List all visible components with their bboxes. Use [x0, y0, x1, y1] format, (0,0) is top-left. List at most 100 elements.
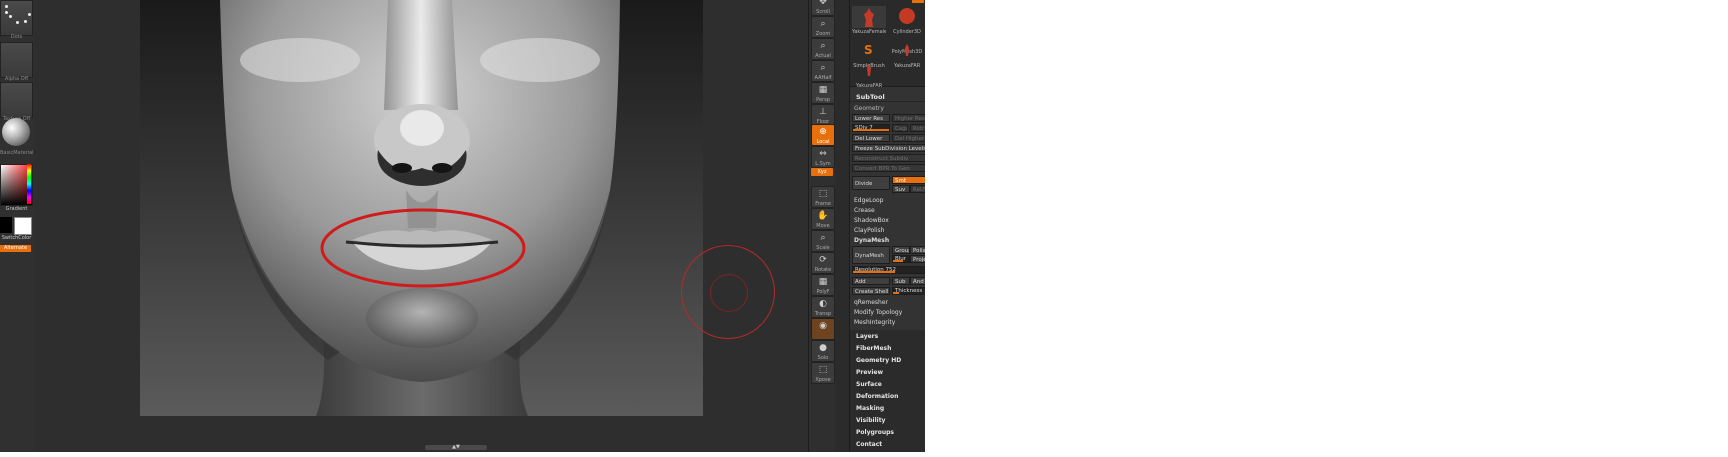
del-higher-button[interactable]: Del Higher [892, 134, 925, 142]
divide-button[interactable]: Divide [852, 176, 890, 190]
texture-picker-button[interactable] [0, 82, 33, 118]
masking-header[interactable]: Masking [856, 405, 884, 412]
group-toggle[interactable]: Group [892, 246, 910, 254]
polish-toggle[interactable]: Polish [910, 246, 925, 254]
create-shell-button[interactable]: Create Shell [852, 287, 890, 295]
scale-button[interactable]: ⌕ Scale [811, 230, 835, 252]
modify-topology-header[interactable]: Modify Topology [854, 308, 902, 317]
dynamesh-button[interactable]: DynaMesh [852, 246, 890, 264]
actual-icon: ⌕ [820, 41, 826, 51]
brush-picker-button[interactable] [0, 0, 33, 36]
edgeloop-header[interactable]: EdgeLoop [854, 196, 884, 205]
blur-slider[interactable]: Blur [892, 255, 910, 263]
cage-button[interactable]: Cage [892, 124, 908, 132]
solo-icon: ● [819, 343, 827, 353]
local-button[interactable]: ⊕ Local [811, 124, 835, 146]
transp-button[interactable]: ◐ Transp [811, 296, 835, 318]
actual-button[interactable]: ⌕ Actual [811, 38, 835, 60]
geometry-header[interactable]: Geometry [854, 104, 884, 113]
simplebrush-icon: S [864, 43, 873, 57]
qremesher-header[interactable]: qRemesher [854, 298, 888, 307]
ghost-icon: ◉ [819, 321, 827, 331]
polyf-button[interactable]: ▦ PolyF [811, 274, 835, 296]
convert-bpr-button[interactable]: Convert BPR To Geo [852, 164, 925, 172]
tool-thumb-yakuzafar-2[interactable]: YakuzaFAR [852, 60, 886, 89]
tool-palette: YakuzaFemale Cylinder3D PolyMesh3D S Sim… [849, 0, 925, 452]
ghost-button[interactable]: ◉ [811, 318, 835, 340]
smt-toggle[interactable]: Smt [892, 176, 925, 184]
visibility-header[interactable]: Visibility [856, 417, 885, 424]
tool-thumb-simplebrush[interactable]: S SimpleBrush [852, 40, 886, 69]
add-button[interactable]: Add [852, 277, 890, 285]
thickness-slider[interactable]: Thickness [892, 287, 925, 295]
lsym-button[interactable]: ⇔ L.Sym [811, 146, 835, 168]
project-toggle[interactable]: Project [910, 255, 925, 263]
rotate-button[interactable]: ⟳ Rotate [811, 252, 835, 274]
gradient-label[interactable]: Gradient [0, 206, 33, 212]
figure-small-icon [867, 64, 871, 76]
and-button[interactable]: And [910, 277, 925, 285]
tool-thumb-yakuzafar[interactable]: YakuzaFAR [890, 40, 924, 69]
resolution-slider[interactable]: Resolution 752 [852, 266, 925, 274]
tool-thumb-cylinder3d[interactable]: Cylinder3D [890, 6, 924, 35]
suv-toggle[interactable]: Suv [892, 185, 910, 193]
material-picker-button[interactable] [2, 118, 30, 146]
zbrush-window: Dots Alpha Off Texture Off BasicMaterial… [0, 0, 925, 452]
left-shelf: Dots Alpha Off Texture Off BasicMaterial… [0, 0, 35, 452]
switch-color-button[interactable]: SwitchColor [0, 235, 33, 241]
zoom-button[interactable]: ⌕ Zoom [811, 16, 835, 38]
fibermesh-header[interactable]: FiberMesh [856, 345, 891, 352]
xpose-button[interactable]: ⬚ Xpose [811, 362, 835, 384]
tool-thumb-yakuzafemale[interactable]: YakuzaFemale [852, 6, 886, 35]
canvas-scroll-handle[interactable]: ▲▼ [425, 445, 487, 450]
dots-stroke-icon [3, 3, 31, 27]
aahalf-button[interactable]: ⌕ AAHalf [811, 60, 835, 82]
local-icon: ⊕ [819, 127, 827, 137]
frame-button[interactable]: ⬚ Frame [811, 186, 835, 208]
layers-header[interactable]: Layers [856, 333, 878, 340]
del-lower-button[interactable]: Del Lower [852, 134, 890, 142]
tool-thumbnails: YakuzaFemale Cylinder3D PolyMesh3D S Sim… [850, 0, 925, 89]
polygroups-header[interactable]: Polygroups [856, 429, 894, 436]
contact-header[interactable]: Contact [856, 441, 882, 448]
tool-subpalette-list: Layers FiberMesh Geometry HD Preview Sur… [850, 330, 925, 452]
shadowbox-header[interactable]: ShadowBox [854, 216, 889, 225]
surface-header[interactable]: Surface [856, 381, 882, 388]
viewport-canvas[interactable] [140, 0, 703, 416]
sdiv-slider[interactable]: SDiv 7 [852, 124, 890, 132]
higher-res-button[interactable]: Higher Res [892, 114, 925, 122]
alternate-button[interactable]: Alternate [0, 245, 31, 252]
main-color-swatch[interactable] [14, 217, 32, 235]
preview-header[interactable]: Preview [856, 369, 883, 376]
cylinder-icon [899, 8, 915, 24]
meshintegrity-header[interactable]: MeshIntegrity [854, 318, 895, 327]
right-shelf: ✥ Scroll ⌕ Zoom ⌕ Actual ⌕ AAHalf ▦ Pers… [808, 0, 835, 452]
xyz-button[interactable]: Xyz [811, 168, 833, 176]
freeze-subdivision-button[interactable]: Freeze SubDivision Levels [852, 144, 925, 152]
secondary-color-swatch[interactable] [0, 217, 12, 233]
move-button[interactable]: ✋ Move [811, 208, 835, 230]
hue-slider[interactable] [27, 164, 31, 204]
lower-res-button[interactable]: Lower Res [852, 114, 890, 122]
solo-button[interactable]: ● Solo [811, 340, 835, 362]
geometry-hd-header[interactable]: Geometry HD [856, 357, 901, 364]
crease-header[interactable]: Crease [854, 206, 875, 215]
persp-button[interactable]: ▦ Persp [811, 82, 835, 104]
frame-icon: ⬚ [818, 189, 828, 199]
deformation-header[interactable]: Deformation [856, 393, 898, 400]
blur-slider-fill [893, 260, 903, 262]
sub-button[interactable]: Sub [892, 277, 910, 285]
material-caption: BasicMaterial [0, 150, 33, 156]
alpha-picker-button[interactable] [0, 42, 33, 78]
scroll-button[interactable]: ✥ Scroll [811, 0, 835, 16]
move-icon: ✋ [817, 211, 829, 221]
claypolish-header[interactable]: ClayPolish [854, 226, 884, 235]
rotate-icon: ⟳ [819, 255, 827, 265]
dynamesh-header[interactable]: DynaMesh [854, 236, 889, 245]
reuv-toggle[interactable]: ReUV [910, 185, 925, 193]
brush-inner-radius [710, 274, 748, 312]
rstr-button[interactable]: Rstr [910, 124, 925, 132]
reconstruct-subdiv-button[interactable]: Reconstruct Subdiv [852, 154, 925, 162]
subtool-header[interactable]: SubTool [850, 92, 925, 102]
floor-button[interactable]: ⊥ Floor [811, 104, 835, 126]
